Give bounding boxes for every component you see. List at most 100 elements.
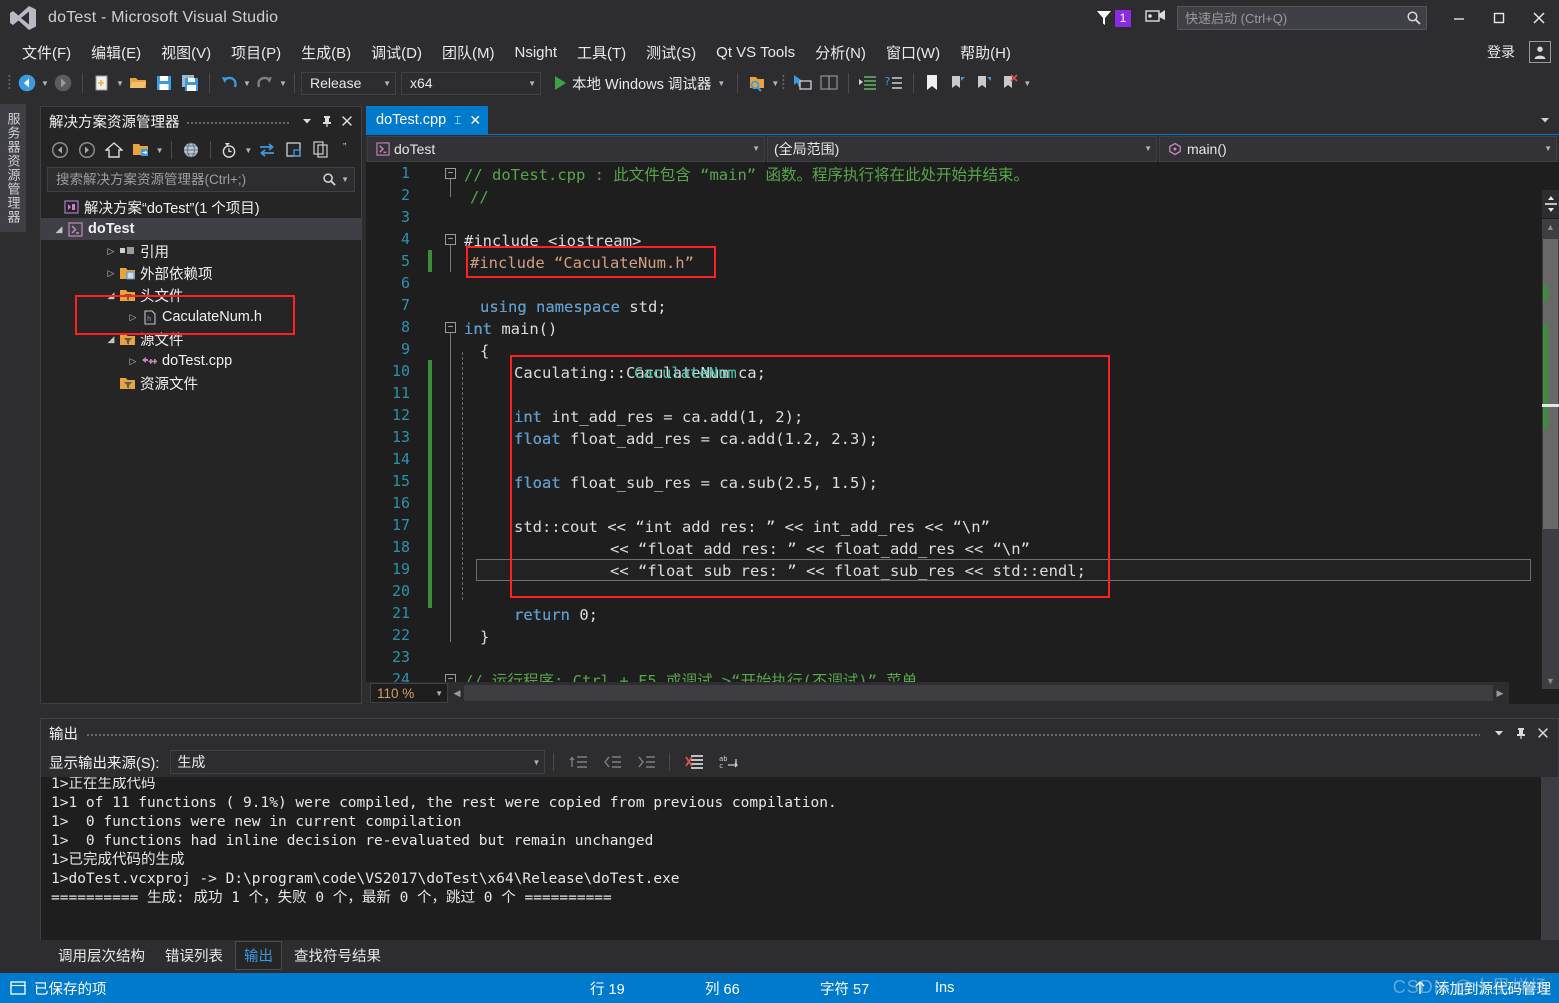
toolbar-grip[interactable] bbox=[780, 72, 788, 94]
pending-changes-caret[interactable]: ▼ bbox=[155, 138, 165, 162]
tree-item-dotest-cpp[interactable]: ▷ doTest.cpp bbox=[41, 350, 361, 372]
server-explorer-tab[interactable]: 服务器资源管理器 bbox=[0, 104, 26, 232]
quick-launch-box[interactable] bbox=[1177, 6, 1427, 30]
previous-bookmark-button[interactable] bbox=[944, 70, 970, 96]
open-file-button[interactable] bbox=[125, 70, 151, 96]
output-text[interactable]: 1>正在生成代码 1>1 of 11 functions ( 9.1%) wer… bbox=[41, 777, 1540, 908]
tab-call-hierarchy[interactable]: 调用层次结构 bbox=[50, 942, 153, 969]
compare-files-button[interactable] bbox=[816, 70, 842, 96]
tree-item-project[interactable]: ◢ doTest bbox=[41, 218, 361, 240]
scroll-left-arrow[interactable]: ◀ bbox=[450, 688, 464, 699]
redo-button[interactable] bbox=[252, 70, 278, 96]
pointer-select-button[interactable] bbox=[788, 70, 816, 96]
solution-explorer-search[interactable]: ▼ bbox=[47, 167, 355, 192]
scroll-down-arrow[interactable]: ▼ bbox=[1542, 673, 1559, 689]
menu-item-window[interactable]: 窗口(W) bbox=[876, 39, 950, 66]
code-surface[interactable]: 1 2 3 4 5 6 7 8 9 10 11 12 13 14 15 16 1… bbox=[366, 162, 1559, 689]
menu-item-project[interactable]: 项目(P) bbox=[221, 39, 291, 66]
scrollbar-track[interactable] bbox=[464, 685, 1493, 701]
menu-item-analyze[interactable]: 分析(N) bbox=[805, 39, 876, 66]
tree-item-source-files[interactable]: ◢ 源文件 bbox=[41, 328, 361, 350]
document-tab-dotest-cpp[interactable]: doTest.cpp ⌶ ✕ bbox=[366, 106, 489, 134]
pending-changes-button[interactable] bbox=[128, 138, 154, 162]
chevron-expanded-icon[interactable]: ◢ bbox=[103, 334, 119, 345]
undo-caret[interactable]: ▼ bbox=[242, 71, 252, 95]
toolbar-overflow-icon[interactable]: ” bbox=[335, 138, 361, 162]
redo-caret[interactable]: ▼ bbox=[278, 71, 288, 95]
preview-selected-items-button[interactable] bbox=[308, 138, 334, 162]
editor-vertical-scrollbar[interactable]: ▲ ▼ bbox=[1542, 219, 1559, 689]
menu-item-build[interactable]: 生成(B) bbox=[291, 39, 361, 66]
close-icon[interactable]: ✕ bbox=[469, 112, 481, 129]
save-button[interactable] bbox=[151, 70, 177, 96]
previous-message-button[interactable] bbox=[599, 750, 627, 774]
panel-menu-button[interactable] bbox=[1488, 722, 1510, 744]
history-button[interactable] bbox=[217, 138, 243, 162]
next-bookmark-button[interactable] bbox=[970, 70, 996, 96]
minimize-button[interactable] bbox=[1439, 0, 1479, 36]
menu-item-team[interactable]: 团队(M) bbox=[432, 39, 505, 66]
platform-combo[interactable]: x64 ▼ bbox=[401, 71, 541, 95]
back-button[interactable] bbox=[47, 138, 73, 162]
chevron-down-icon[interactable]: ▼ bbox=[717, 79, 725, 88]
output-source-combo[interactable]: 生成 ▼ bbox=[170, 750, 546, 774]
chevron-down-icon[interactable]: ▼ bbox=[341, 175, 349, 184]
forward-button[interactable] bbox=[74, 138, 100, 162]
next-message-button[interactable] bbox=[633, 750, 661, 774]
toolbar-overflow-icon[interactable]: ▼ bbox=[1022, 71, 1032, 95]
tree-item-external-dependencies[interactable]: ▷ 外部依赖项 bbox=[41, 262, 361, 284]
tree-item-references[interactable]: ▷ 引用 bbox=[41, 240, 361, 262]
menu-item-qt-vs-tools[interactable]: Qt VS Tools bbox=[706, 41, 805, 64]
go-to-message-button[interactable] bbox=[565, 750, 593, 774]
navigate-forward-button[interactable] bbox=[50, 70, 76, 96]
start-debugging-button[interactable]: 本地 Windows 调试器 ▼ bbox=[549, 70, 731, 96]
chevron-collapsed-icon[interactable]: ▷ bbox=[103, 268, 119, 279]
scroll-right-arrow[interactable]: ▶ bbox=[1493, 688, 1507, 699]
sync-with-active-document-button[interactable] bbox=[254, 138, 280, 162]
sign-in-link[interactable]: 登录 bbox=[1487, 42, 1515, 62]
account-icon[interactable] bbox=[1529, 41, 1551, 63]
clear-all-button[interactable] bbox=[681, 750, 709, 774]
navigation-scope-combo[interactable]: (全局范围) ▼ bbox=[767, 135, 1157, 162]
tab-error-list[interactable]: 错误列表 bbox=[157, 942, 231, 969]
scroll-up-arrow[interactable]: ▲ bbox=[1542, 219, 1559, 235]
menu-item-help[interactable]: 帮助(H) bbox=[950, 39, 1021, 66]
home-button[interactable] bbox=[101, 138, 127, 162]
quick-launch-input[interactable] bbox=[1185, 10, 1406, 26]
configuration-combo[interactable]: Release ▼ bbox=[301, 71, 396, 95]
tree-item-header-files[interactable]: ◢ 头文件 bbox=[41, 284, 361, 306]
show-all-files-button[interactable] bbox=[178, 138, 204, 162]
chevron-expanded-icon[interactable]: ◢ bbox=[103, 290, 119, 301]
indent-button[interactable] bbox=[855, 70, 881, 96]
maximize-button[interactable] bbox=[1479, 0, 1519, 36]
tab-output[interactable]: 输出 bbox=[235, 940, 282, 970]
panel-menu-button[interactable] bbox=[297, 110, 317, 132]
pin-icon[interactable]: ⌶ bbox=[454, 113, 461, 128]
close-button[interactable] bbox=[337, 110, 357, 132]
navigate-back-button[interactable] bbox=[14, 70, 40, 96]
menu-item-nsight[interactable]: Nsight bbox=[504, 41, 567, 64]
chevron-collapsed-icon[interactable]: ▷ bbox=[103, 246, 119, 257]
menu-item-edit[interactable]: 编辑(E) bbox=[81, 39, 151, 66]
menu-item-view[interactable]: 视图(V) bbox=[151, 39, 221, 66]
tab-find-symbol-results[interactable]: 查找符号结果 bbox=[286, 942, 389, 969]
zoom-level-combo[interactable]: 110 % ▼ bbox=[370, 683, 448, 703]
chevron-down-icon[interactable] bbox=[1531, 106, 1559, 134]
find-caret[interactable]: ▼ bbox=[770, 71, 780, 95]
tree-item-caculatenum-h[interactable]: ▷ h CaculateNum.h bbox=[41, 306, 361, 328]
pin-button[interactable] bbox=[1510, 722, 1532, 744]
notifications[interactable]: 1 bbox=[1094, 8, 1131, 28]
navigation-member-combo[interactable]: main() ▼ bbox=[1159, 135, 1557, 162]
pin-button[interactable] bbox=[317, 110, 337, 132]
bookmark-button[interactable] bbox=[920, 70, 944, 96]
toolbar-grip[interactable] bbox=[6, 72, 14, 94]
menu-item-debug[interactable]: 调试(D) bbox=[361, 39, 432, 66]
history-caret[interactable]: ▼ bbox=[243, 138, 253, 162]
chevron-collapsed-icon[interactable]: ▷ bbox=[125, 356, 141, 367]
new-project-caret[interactable]: ▼ bbox=[115, 71, 125, 95]
editor-horizontal-scrollbar[interactable]: ◀ ▶ bbox=[450, 684, 1507, 702]
tree-item-resource-files[interactable]: 资源文件 bbox=[41, 372, 361, 394]
output-vertical-scrollbar[interactable] bbox=[1541, 777, 1558, 967]
clear-bookmarks-button[interactable] bbox=[996, 70, 1022, 96]
close-button[interactable] bbox=[1519, 0, 1559, 36]
